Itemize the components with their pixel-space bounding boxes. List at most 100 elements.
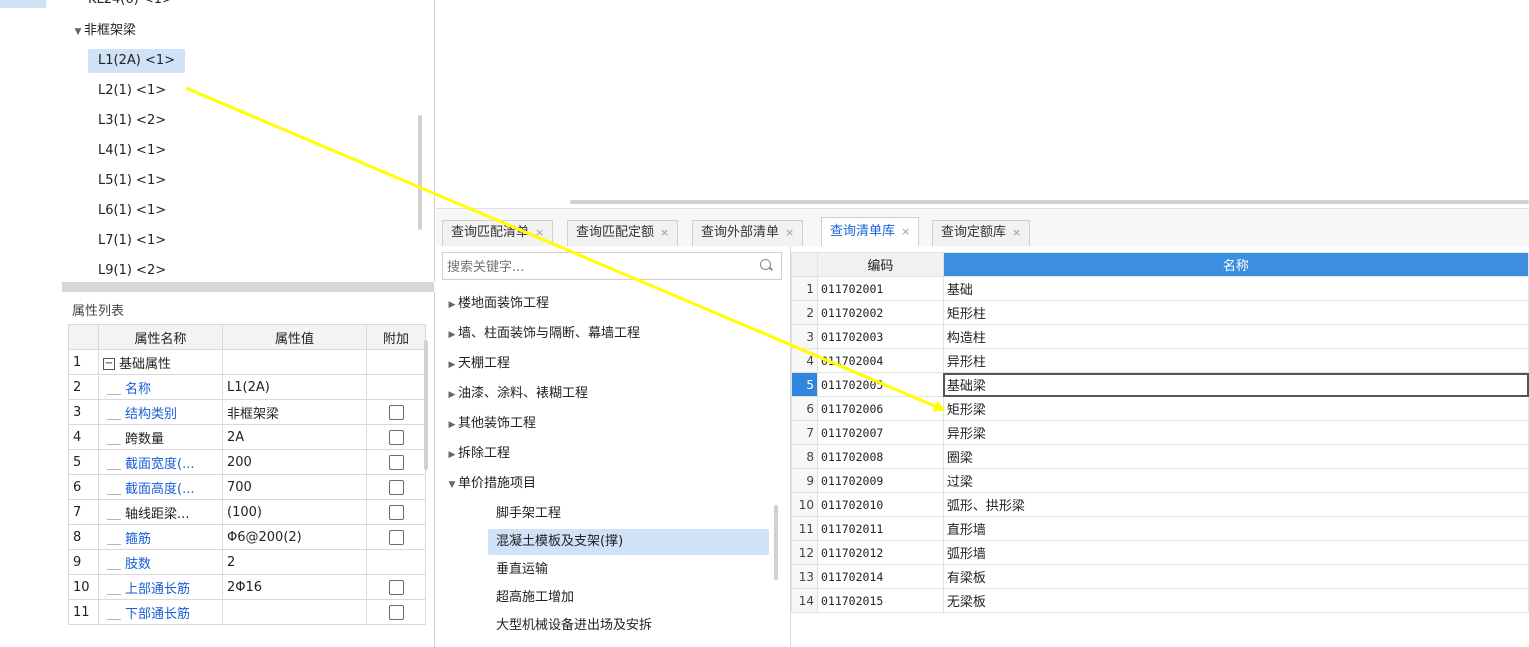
property-list-title: 属性列表 [72, 304, 125, 319]
category-item[interactable]: ▶ 墙、柱面装饰与隔断、幕墙工程 [446, 320, 640, 348]
subcategory-item[interactable]: 混凝土模板及支架(撑) [488, 529, 769, 555]
tab-3[interactable]: 查询外部清单 × [692, 220, 804, 246]
property-row[interactable]: 1− 基础属性 [68, 349, 426, 375]
category-scrollbar[interactable] [774, 505, 778, 580]
tree-item[interactable]: L2(1) <1> [98, 79, 166, 103]
chevron-right-icon[interactable]: ▶ [446, 441, 458, 469]
row-code: 011702002 [816, 300, 944, 325]
chevron-right-icon[interactable]: ▶ [446, 291, 458, 319]
property-row[interactable]: 4 跨数量 2A [68, 424, 426, 450]
table-row[interactable]: 12 011702012 弧形墙 [791, 540, 1529, 565]
tree-item-clipped[interactable]: KL24(6) <1> [88, 0, 173, 12]
drawing-horizontal-scrollbar[interactable] [570, 200, 1529, 204]
tree-item[interactable]: L4(1) <1> [98, 139, 166, 163]
property-row[interactable]: 10 上部通长筋 2Φ16 [68, 574, 426, 600]
tree-item[interactable]: L9(1) <2> [98, 259, 166, 282]
property-extra-checkbox[interactable] [388, 504, 404, 520]
property-row[interactable]: 11 下部通长筋 [68, 599, 426, 625]
property-row[interactable]: 9 肢数 2 [68, 549, 426, 575]
property-value[interactable]: Φ6@200(2) [222, 524, 367, 550]
chevron-down-icon[interactable]: ▼ [72, 20, 84, 44]
property-value[interactable]: L1(2A) [222, 374, 367, 400]
chevron-right-icon[interactable]: ▶ [446, 411, 458, 439]
property-value[interactable]: 2A [222, 424, 367, 450]
subcategory-item[interactable]: 超高施工增加 [496, 585, 574, 611]
property-value[interactable]: 2 [222, 549, 367, 575]
property-name-cell: 轴线距梁... [98, 499, 223, 525]
tree-item[interactable]: L7(1) <1> [98, 229, 166, 253]
chevron-down-icon[interactable]: ▼ [446, 471, 458, 499]
property-value[interactable] [222, 599, 367, 625]
property-extra-checkbox[interactable] [388, 429, 404, 445]
property-value[interactable]: 700 [222, 474, 367, 500]
close-icon[interactable]: × [1012, 226, 1021, 239]
search-box[interactable] [442, 252, 782, 280]
search-icon[interactable] [760, 259, 771, 270]
property-value[interactable]: 200 [222, 449, 367, 475]
subcategory-item[interactable]: 脚手架工程 [496, 501, 561, 527]
category-item[interactable]: ▶ 油漆、涂料、裱糊工程 [446, 380, 588, 408]
table-row[interactable]: 10 011702010 弧形、拱形梁 [791, 492, 1529, 517]
close-icon[interactable]: × [660, 226, 669, 239]
table-row[interactable]: 7 011702007 异形梁 [791, 420, 1529, 445]
table-row[interactable]: 5 011702005 基础梁 [791, 372, 1529, 397]
property-extra-checkbox[interactable] [388, 454, 404, 470]
tree-scrollbar[interactable] [418, 115, 422, 230]
close-icon[interactable]: × [785, 226, 794, 239]
tree-item[interactable]: L1(2A) <1> [88, 49, 186, 73]
category-item[interactable]: ▶ 楼地面装饰工程 [446, 290, 549, 318]
tree-group-non-frame-beam[interactable]: ▼ 非框架梁 [72, 19, 136, 43]
chevron-right-icon[interactable]: ▶ [446, 321, 458, 349]
tree-item[interactable]: L5(1) <1> [98, 169, 166, 193]
chevron-right-icon[interactable]: ▶ [446, 351, 458, 379]
tab-2[interactable]: 查询匹配定额 × [567, 220, 679, 246]
table-row[interactable]: 1 011702001 基础 [791, 276, 1529, 301]
table-row[interactable]: 13 011702014 有梁板 [791, 564, 1529, 589]
table-row[interactable]: 2 011702002 矩形柱 [791, 300, 1529, 325]
property-scrollbar[interactable] [424, 340, 428, 470]
category-item[interactable]: ▶ 天棚工程 [446, 350, 510, 378]
list-header-name[interactable]: 名称 [942, 252, 1529, 277]
tree-item[interactable]: L6(1) <1> [98, 199, 166, 223]
property-row[interactable]: 7 轴线距梁... (100) [68, 499, 426, 525]
subcategory-item[interactable]: 大型机械设备进出场及安拆 [496, 613, 652, 639]
property-extra-checkbox[interactable] [388, 529, 404, 545]
property-extra-checkbox[interactable] [388, 579, 404, 595]
tab-4[interactable]: 查询清单库 × [821, 217, 920, 247]
property-row[interactable]: 5 截面宽度(... 200 [68, 449, 426, 475]
property-row[interactable]: 2 名称 L1(2A) [68, 374, 426, 400]
table-row[interactable]: 11 011702011 直形墙 [791, 516, 1529, 541]
table-row[interactable]: 4 011702004 异形柱 [791, 348, 1529, 373]
collapse-icon[interactable]: − [103, 358, 115, 370]
close-icon[interactable]: × [535, 226, 544, 239]
category-item[interactable]: ▶ 其他装饰工程 [446, 410, 536, 438]
table-row[interactable]: 3 011702003 构造柱 [791, 324, 1529, 349]
search-input[interactable] [445, 256, 749, 278]
property-index: 11 [68, 599, 99, 625]
property-extra-checkbox[interactable] [388, 479, 404, 495]
property-value[interactable]: (100) [222, 499, 367, 525]
property-extra-cell [366, 549, 426, 575]
category-item[interactable]: ▼ 单价措施项目 [446, 470, 536, 498]
tab-1[interactable]: 查询匹配清单 × [442, 220, 554, 246]
table-row[interactable]: 9 011702009 过梁 [791, 468, 1529, 493]
property-extra-checkbox[interactable] [388, 604, 404, 620]
panel-splitter[interactable] [62, 282, 434, 292]
property-value[interactable] [222, 349, 367, 375]
category-item[interactable]: ▶ 拆除工程 [446, 440, 510, 468]
subcategory-item[interactable]: 垂直运输 [496, 557, 548, 583]
property-value[interactable]: 非框架梁 [222, 399, 367, 425]
list-header-code[interactable]: 编码 [816, 252, 944, 277]
chevron-right-icon[interactable]: ▶ [446, 381, 458, 409]
table-row[interactable]: 6 011702006 矩形梁 [791, 396, 1529, 421]
property-row[interactable]: 6 截面高度(... 700 [68, 474, 426, 500]
property-extra-checkbox[interactable] [388, 404, 404, 420]
close-icon[interactable]: × [901, 225, 910, 238]
table-row[interactable]: 14 011702015 无梁板 [791, 588, 1529, 613]
table-row[interactable]: 8 011702008 圈梁 [791, 444, 1529, 469]
property-row[interactable]: 3 结构类别 非框架梁 [68, 399, 426, 425]
tab-5[interactable]: 查询定额库 × [932, 220, 1031, 246]
tree-item[interactable]: L3(1) <2> [98, 109, 166, 133]
property-value[interactable]: 2Φ16 [222, 574, 367, 600]
property-row[interactable]: 8 箍筋 Φ6@200(2) [68, 524, 426, 550]
